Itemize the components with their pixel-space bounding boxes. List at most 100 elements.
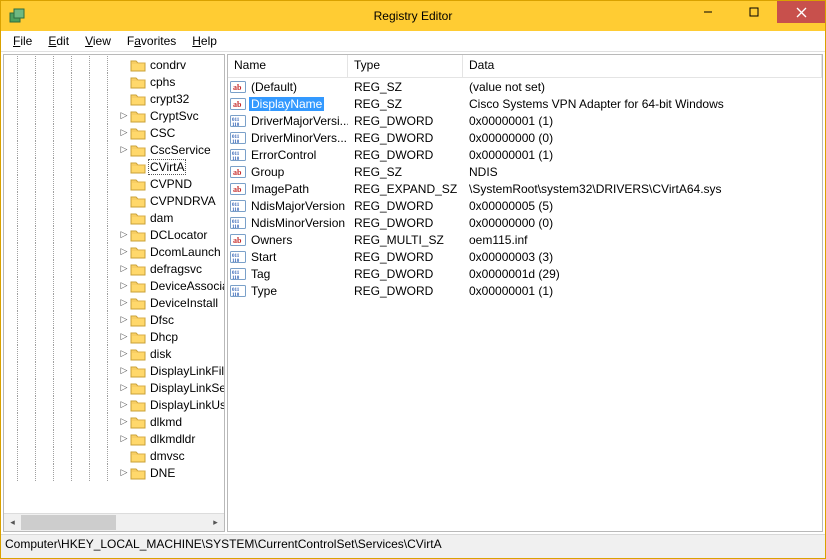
tree-item[interactable]: ▷CryptSvc (4, 107, 224, 124)
tree-expander-icon[interactable]: ▷ (118, 365, 130, 376)
value-name-cell: Owners (228, 232, 348, 248)
tree-item[interactable]: ▷ DNE (4, 464, 224, 481)
statusbar: Computer\HKEY_LOCAL_MACHINE\SYSTEM\Curre… (1, 534, 825, 558)
value-name-text: ImagePath (249, 182, 311, 196)
tree-item[interactable]: CVirtA (4, 158, 224, 175)
value-row[interactable]: DriverMinorVers...REG_DWORD0x00000000 (0… (228, 129, 822, 146)
value-type-cell: REG_DWORD (348, 199, 463, 213)
tree-expander-icon[interactable]: ▷ (118, 348, 130, 359)
tree-item[interactable]: ▷DeviceAssociationService (4, 277, 224, 294)
binary-value-icon (230, 215, 246, 231)
tree-expander-icon[interactable]: ▷ (118, 144, 130, 155)
value-row[interactable]: StartREG_DWORD0x00000003 (3) (228, 248, 822, 265)
tree-item[interactable]: ▷DisplayLinkUsbPort (4, 396, 224, 413)
tree-expander-icon[interactable]: ▷ (118, 314, 130, 325)
tree-item[interactable]: ▷disk (4, 345, 224, 362)
tree-expander-icon[interactable]: ▷ (118, 127, 130, 138)
tree-item-label: DNE (148, 466, 177, 480)
scroll-left-arrow-icon[interactable]: ◂ (4, 514, 21, 531)
menu-edit[interactable]: Edit (40, 33, 77, 49)
tree-expander-icon[interactable]: ▷ (118, 433, 130, 444)
tree-expander-icon[interactable]: ▷ (118, 399, 130, 410)
tree-horizontal-scrollbar[interactable]: ◂ ▸ (4, 513, 224, 531)
value-name-text: DriverMajorVersi... (249, 114, 348, 128)
tree-expander-icon[interactable]: ▷ (118, 246, 130, 257)
binary-value-icon (230, 113, 246, 129)
value-name-text: DisplayName (249, 97, 324, 111)
tree-expander-icon[interactable]: ▷ (118, 110, 130, 121)
value-row[interactable]: TagREG_DWORD0x0000001d (29) (228, 265, 822, 282)
string-value-icon (230, 181, 246, 197)
value-type-cell: REG_MULTI_SZ (348, 233, 463, 247)
tree-item[interactable]: cphs (4, 73, 224, 90)
tree-item[interactable]: ▷DisplayLinkService (4, 379, 224, 396)
tree-item-label: CVPNDRVA (148, 194, 218, 208)
folder-icon (130, 330, 146, 344)
tree-expander-icon[interactable]: ▷ (118, 467, 130, 478)
menu-view[interactable]: View (77, 33, 119, 49)
value-row[interactable]: (Default)REG_SZ(value not set) (228, 78, 822, 95)
value-name-cell: Start (228, 249, 348, 265)
value-name-text: DriverMinorVers... (249, 131, 348, 145)
tree-item[interactable]: crypt32 (4, 90, 224, 107)
column-header-data[interactable]: Data (463, 55, 822, 78)
value-row[interactable]: NdisMinorVersionREG_DWORD0x00000000 (0) (228, 214, 822, 231)
value-row[interactable]: ImagePathREG_EXPAND_SZ\SystemRoot\system… (228, 180, 822, 197)
tree-item[interactable]: condrv (4, 56, 224, 73)
tree-expander-icon[interactable]: ▷ (118, 297, 130, 308)
value-type-cell: REG_SZ (348, 80, 463, 94)
tree-expander-icon[interactable]: ▷ (118, 416, 130, 427)
tree-item[interactable]: ▷dlkmdldr (4, 430, 224, 447)
value-row[interactable]: GroupREG_SZNDIS (228, 163, 822, 180)
value-data-cell: oem115.inf (463, 233, 822, 247)
tree-item[interactable]: ▷Dfsc (4, 311, 224, 328)
tree-scroll[interactable]: condrvcphscrypt32▷CryptSvc▷CSC▷CscServic… (4, 55, 224, 513)
folder-icon (130, 126, 146, 140)
tree-expander-icon[interactable]: ▷ (118, 229, 130, 240)
column-header-name[interactable]: Name (228, 55, 348, 78)
scroll-thumb[interactable] (21, 515, 116, 530)
tree-item[interactable]: dmvsc (4, 447, 224, 464)
value-row[interactable]: OwnersREG_MULTI_SZoem115.inf (228, 231, 822, 248)
tree-item[interactable]: dam (4, 209, 224, 226)
menu-help[interactable]: Help (184, 33, 225, 49)
string-value-icon (230, 96, 246, 112)
tree-expander-icon[interactable]: ▷ (118, 331, 130, 342)
titlebar[interactable]: Registry Editor (1, 1, 825, 31)
menu-favorites[interactable]: Favorites (119, 33, 184, 49)
tree-item[interactable]: ▷dlkmd (4, 413, 224, 430)
tree-expander-icon[interactable]: ▷ (118, 280, 130, 291)
tree-item[interactable]: ▷DisplayLinkFilter (4, 362, 224, 379)
tree-item[interactable]: CVPNDRVA (4, 192, 224, 209)
value-type-cell: REG_EXPAND_SZ (348, 182, 463, 196)
tree-item[interactable]: ▷defragsvc (4, 260, 224, 277)
value-data-cell: 0x00000001 (1) (463, 148, 822, 162)
values-list[interactable]: (Default)REG_SZ(value not set)DisplayNam… (228, 78, 822, 531)
value-row[interactable]: DriverMajorVersi...REG_DWORD0x00000001 (… (228, 112, 822, 129)
value-row[interactable]: NdisMajorVersionREG_DWORD0x00000005 (5) (228, 197, 822, 214)
folder-icon (130, 415, 146, 429)
tree-item[interactable]: ▷DeviceInstall (4, 294, 224, 311)
tree-item-label: condrv (148, 58, 188, 72)
tree-expander-icon[interactable]: ▷ (118, 263, 130, 274)
scroll-right-arrow-icon[interactable]: ▸ (207, 514, 224, 531)
tree-item[interactable]: ▷CscService (4, 141, 224, 158)
value-row[interactable]: TypeREG_DWORD0x00000001 (1) (228, 282, 822, 299)
value-row[interactable]: ErrorControlREG_DWORD0x00000001 (1) (228, 146, 822, 163)
tree-item[interactable]: CVPND (4, 175, 224, 192)
tree-item[interactable]: ▷CSC (4, 124, 224, 141)
value-type-cell: REG_DWORD (348, 267, 463, 281)
column-header-type[interactable]: Type (348, 55, 463, 78)
tree-expander-icon[interactable]: ▷ (118, 382, 130, 393)
tree-item[interactable]: ▷DCLocator (4, 226, 224, 243)
minimize-button[interactable] (685, 1, 731, 23)
tree-item[interactable]: ▷DcomLaunch (4, 243, 224, 260)
tree-item[interactable]: ▷Dhcp (4, 328, 224, 345)
menu-file[interactable]: File (5, 33, 40, 49)
value-data-cell: 0x00000003 (3) (463, 250, 822, 264)
binary-value-icon (230, 198, 246, 214)
close-button[interactable] (777, 1, 825, 23)
tree-item-label: CVirtA (148, 159, 186, 175)
value-row[interactable]: DisplayNameREG_SZCisco Systems VPN Adapt… (228, 95, 822, 112)
maximize-button[interactable] (731, 1, 777, 23)
